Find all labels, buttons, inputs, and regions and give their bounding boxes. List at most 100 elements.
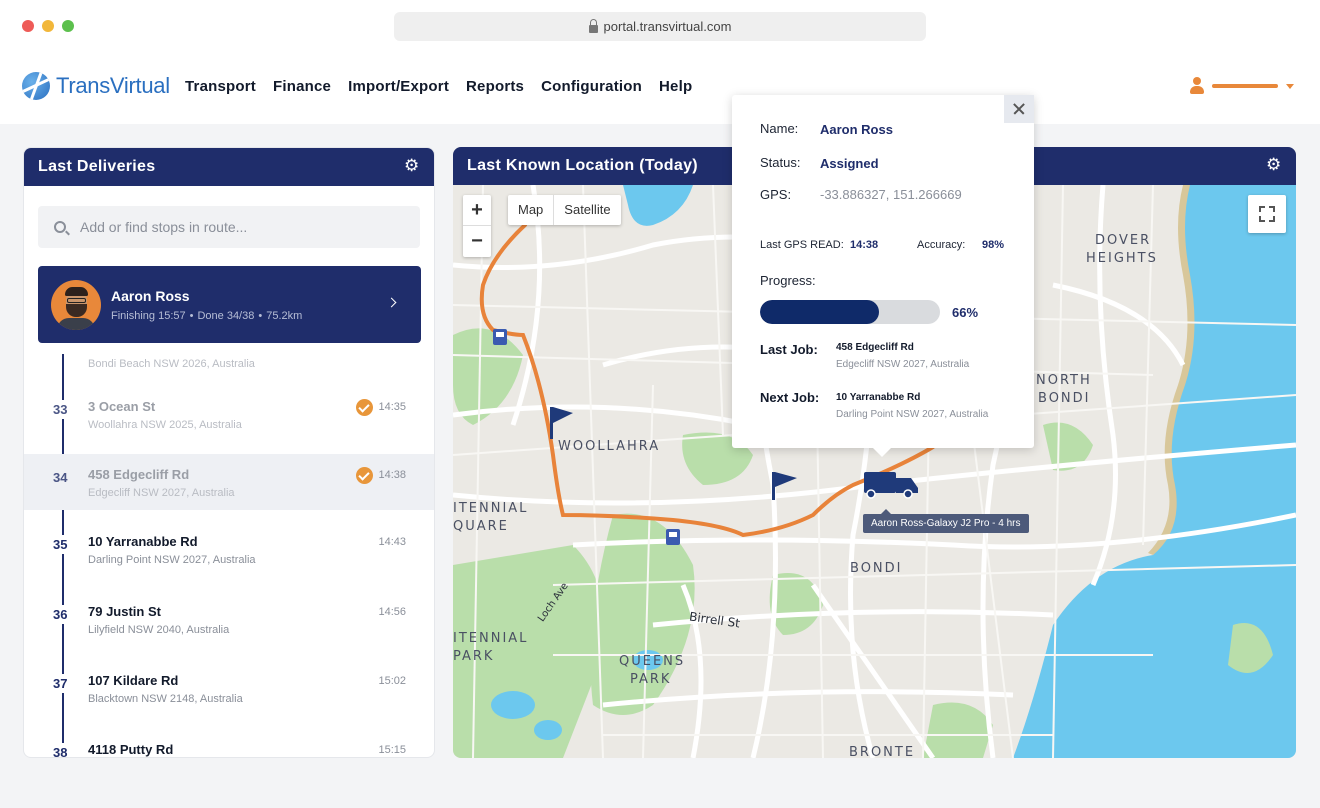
stop-title: 107 Kildare Rd [88, 673, 179, 688]
list-item[interactable]: 37 107 Kildare Rd Blacktown NSW 2148, Au… [24, 660, 434, 716]
place-label: BRONTE [849, 745, 916, 758]
stop-title: 10 Yarranabbe Rd [88, 534, 198, 549]
app-header: TransVirtual Transport Finance Import/Ex… [0, 52, 1320, 124]
driver-card[interactable]: Aaron Ross Finishing 15:57 • Done 34/38 • 75… [38, 266, 421, 343]
place-label: BONDI [1038, 391, 1091, 406]
driver-info-popup: Name: Aaron Ross Status: Assigned GPS: -… [732, 95, 1034, 457]
map-type-map[interactable]: Map [508, 195, 553, 225]
stop-number: 37 [53, 674, 75, 693]
stop-time: 14:38 [378, 469, 406, 481]
stop-address: Woollahra NSW 2025, Australia [88, 419, 242, 431]
driver-name: Aaron Ross [111, 287, 190, 304]
status-label: Status: [760, 155, 801, 170]
panel-header: Last Deliveries [24, 148, 434, 186]
last-gps-label: Last GPS READ: [760, 239, 844, 251]
last-job-label: Last Job: [760, 342, 818, 357]
accuracy-value: 98% [982, 239, 1005, 251]
search-input[interactable] [80, 219, 380, 235]
last-deliveries-panel: Last Deliveries Aaron Ross Finishing 15:… [23, 147, 435, 758]
driver-meta: Finishing 15:57 • Done 34/38 • 75.2km [111, 309, 303, 322]
list-item[interactable]: 36 79 Justin St Lilyfield NSW 2040, Aust… [24, 591, 434, 647]
close-icon[interactable] [1004, 95, 1034, 123]
stop-number: 34 [53, 468, 75, 487]
stop-time: 14:43 [378, 536, 406, 548]
chevron-right-icon [386, 297, 397, 308]
driver-done: Done 34/38 [197, 309, 255, 322]
list-item[interactable]: 35 10 Yarranabbe Rd Darling Point NSW 20… [24, 521, 434, 577]
last-job-address: Edgecliff NSW 2027, Australia [836, 359, 970, 370]
next-job-title: 10 Yarranabbe Rd [836, 392, 921, 403]
map-type-satellite[interactable]: Satellite [553, 195, 620, 225]
list-item[interactable]: 33 3 Ocean St Woollahra NSW 2025, Austra… [24, 386, 434, 442]
minimize-window-dot[interactable] [42, 20, 54, 32]
stop-address: Edgecliff NSW 2027, Australia [88, 487, 235, 499]
user-name-placeholder [1212, 84, 1278, 88]
place-label: QUEENS [619, 654, 686, 669]
next-job-address: Darling Point NSW 2027, Australia [836, 409, 989, 420]
check-circle-icon [356, 467, 373, 484]
place-label: HEIGHTS [1086, 251, 1158, 266]
place-label: NORTH [1036, 373, 1092, 388]
name-label: Name: [760, 121, 799, 136]
fullscreen-icon[interactable] [1248, 195, 1286, 233]
place-label: BONDI [850, 561, 903, 576]
search-icon [54, 221, 66, 233]
url-text: portal.transvirtual.com [603, 19, 732, 34]
avatar [51, 279, 101, 330]
stop-number: 36 [53, 605, 75, 624]
nav-transport[interactable]: Transport [185, 78, 256, 95]
stop-number: 38 [53, 743, 75, 757]
accuracy-label: Accuracy: [917, 239, 966, 251]
close-window-dot[interactable] [22, 20, 34, 32]
list-item[interactable]: 34 458 Edgecliff Rd Edgecliff NSW 2027, … [24, 454, 434, 510]
check-circle-icon [356, 399, 373, 416]
gps-value: -33.886327, 151.266669 [820, 187, 962, 202]
place-label: DOVER [1095, 233, 1152, 248]
address-bar[interactable]: portal.transvirtual.com [394, 12, 926, 41]
globe-logo-icon [22, 72, 50, 100]
name-value: Aaron Ross [820, 122, 893, 137]
progress-bar [760, 300, 940, 324]
stop-time: 14:56 [378, 606, 406, 618]
logo[interactable]: TransVirtual [22, 72, 170, 100]
stop-number: 33 [53, 400, 75, 419]
nav-reports[interactable]: Reports [466, 78, 524, 95]
nav-finance[interactable]: Finance [273, 78, 331, 95]
progress-bar-fill [760, 300, 879, 324]
nav-import-export[interactable]: Import/Export [348, 78, 449, 95]
place-label: ITENNIAL [453, 631, 529, 646]
zoom-in-button[interactable]: + [463, 195, 491, 226]
place-label: ITENNIAL [453, 501, 529, 516]
user-menu[interactable] [1190, 77, 1294, 95]
browser-chrome: portal.transvirtual.com [0, 0, 1320, 52]
nav-help[interactable]: Help [659, 78, 692, 95]
faded-address: Bondi Beach NSW 2026, Australia [88, 358, 255, 370]
driver-finishing: Finishing 15:57 [111, 309, 186, 322]
gps-label: GPS: [760, 187, 792, 202]
next-job-label: Next Job: [760, 390, 820, 405]
driver-distance: 75.2km [266, 309, 303, 322]
lock-icon [588, 18, 598, 33]
maximize-window-dot[interactable] [62, 20, 74, 32]
place-label: PARK [453, 649, 495, 664]
last-job-title: 458 Edgecliff Rd [836, 342, 914, 353]
stop-search [38, 206, 420, 248]
truck-tooltip: Aaron Ross-Galaxy J2 Pro - 4 hrs [863, 509, 1029, 533]
stop-number: 35 [53, 535, 75, 554]
stop-title: 3 Ocean St [88, 399, 156, 414]
nav-configuration[interactable]: Configuration [541, 78, 642, 95]
stop-address: Lilyfield NSW 2040, Australia [88, 624, 230, 636]
list-item[interactable]: 38 4118 Putty Rd 15:15 [24, 729, 434, 757]
gear-icon[interactable] [1266, 155, 1282, 175]
place-label: PARK [630, 672, 672, 687]
map-type-toggle: Map Satellite [508, 195, 621, 225]
logo-text: TransVirtual [56, 73, 170, 98]
gear-icon[interactable] [404, 156, 420, 176]
stop-address: Darling Point NSW 2027, Australia [88, 554, 256, 566]
zoom-control: + − [463, 195, 491, 257]
zoom-out-button[interactable]: − [463, 226, 491, 257]
panel-title: Last Deliveries [38, 158, 156, 175]
stop-address: Blacktown NSW 2148, Australia [88, 693, 243, 705]
map-panel-title: Last Known Location (Today) [467, 157, 698, 174]
last-gps-value: 14:38 [850, 239, 879, 251]
